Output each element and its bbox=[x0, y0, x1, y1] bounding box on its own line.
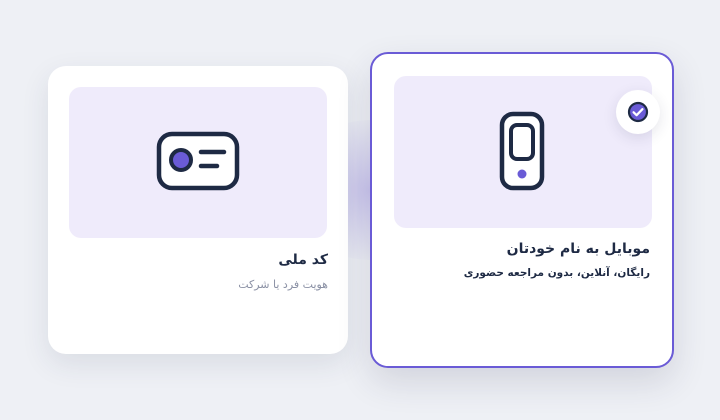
option-card-mobile[interactable]: موبایل به نام خودتان رایگان، آنلاین، بدو… bbox=[370, 52, 674, 368]
card-subtitle: هویت فرد یا شرکت bbox=[238, 278, 328, 291]
card-title: موبایل به نام خودتان bbox=[506, 241, 650, 257]
card-subtitle: رایگان، آنلاین، بدون مراجعه حضوری bbox=[463, 267, 650, 279]
card-title: کد ملی bbox=[278, 252, 328, 268]
option-card-national-id[interactable]: کد ملی هویت فرد یا شرکت bbox=[48, 66, 348, 354]
check-circle-icon bbox=[627, 101, 649, 123]
card-media bbox=[69, 87, 327, 238]
card-media bbox=[394, 76, 660, 228]
mobile-phone-icon bbox=[499, 111, 545, 191]
selected-check-badge bbox=[616, 90, 660, 134]
id-card-icon bbox=[156, 131, 240, 191]
